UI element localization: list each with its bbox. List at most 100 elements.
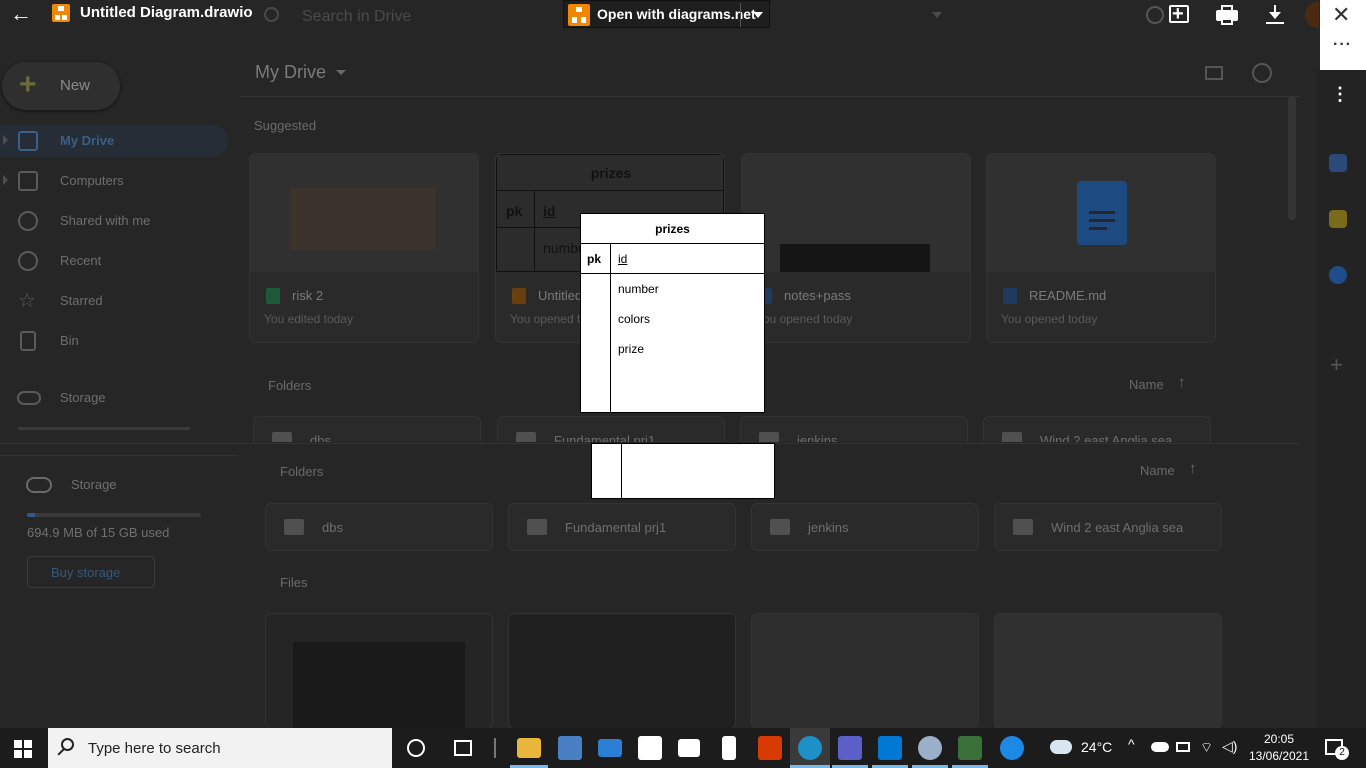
store-icon[interactable] bbox=[558, 736, 582, 760]
folder-icon bbox=[770, 519, 790, 535]
folder-item[interactable]: Wind 2 east Anglia sea bbox=[983, 416, 1211, 442]
list-view-icon[interactable] bbox=[1205, 66, 1223, 80]
arrow-up-icon[interactable]: ↑ bbox=[1178, 374, 1186, 391]
download-icon[interactable] bbox=[1262, 2, 1288, 28]
erd-table-title: prizes bbox=[581, 214, 764, 244]
file-thumbnail bbox=[987, 154, 1215, 272]
divider bbox=[534, 191, 535, 272]
suggested-card[interactable]: README.md You opened today bbox=[986, 153, 1216, 343]
folders-label: Folders bbox=[268, 378, 312, 393]
nav-computers[interactable]: Computers bbox=[0, 165, 228, 197]
erd-field: number bbox=[618, 282, 659, 296]
keep-icon[interactable] bbox=[1329, 210, 1347, 228]
folder-item[interactable]: Fundamental prj1 bbox=[508, 503, 736, 551]
cloud-icon bbox=[17, 391, 41, 405]
folder-item[interactable]: dbs bbox=[265, 503, 493, 551]
battery-icon[interactable] bbox=[1176, 742, 1190, 752]
help-icon[interactable] bbox=[1146, 6, 1164, 24]
teams-icon[interactable] bbox=[838, 736, 862, 760]
add-to-drive-icon[interactable]: + bbox=[1166, 2, 1192, 28]
nav-starred[interactable]: ☆ Starred bbox=[0, 285, 228, 317]
nav-label: Shared with me bbox=[60, 213, 151, 228]
volume-icon[interactable]: ◁) bbox=[1222, 738, 1237, 755]
avatar[interactable] bbox=[1305, 2, 1319, 28]
dropdown-arrow-icon[interactable] bbox=[753, 12, 763, 18]
nav-storage[interactable]: Storage bbox=[0, 382, 228, 414]
info-icon[interactable] bbox=[1252, 63, 1272, 83]
page-title[interactable]: My Drive bbox=[255, 62, 326, 83]
app-s-icon[interactable] bbox=[722, 736, 736, 760]
windows-taskbar: Type here to search 24°C ^ ⌔ ◁) 20:05 13… bbox=[0, 728, 1366, 768]
folder-icon bbox=[1013, 519, 1033, 535]
folder-item[interactable]: jenkins bbox=[740, 416, 968, 442]
folder-item[interactable]: Fundamental prj1 bbox=[497, 416, 725, 442]
suggested-card[interactable]: risk 2 You edited today bbox=[249, 153, 479, 343]
calendar-icon[interactable] bbox=[1329, 154, 1347, 172]
mail-icon[interactable] bbox=[598, 739, 622, 757]
add-addon-icon[interactable]: + bbox=[1330, 352, 1343, 378]
erd-column-divider bbox=[610, 244, 611, 412]
dropbox-icon[interactable] bbox=[678, 739, 700, 757]
spreadsheet-preview bbox=[290, 188, 435, 250]
temperature-label[interactable]: 24°C bbox=[1081, 739, 1112, 755]
taskbar-search-box[interactable]: Type here to search bbox=[48, 728, 392, 768]
task-view-icon[interactable] bbox=[454, 740, 472, 756]
open-with-button[interactable]: Open with diagrams.net bbox=[563, 0, 770, 28]
windows-start-icon[interactable] bbox=[14, 740, 32, 758]
file-card[interactable] bbox=[751, 613, 979, 729]
folder-label: jenkins bbox=[797, 433, 838, 442]
more-vertical-icon[interactable]: ⋮ bbox=[1331, 85, 1349, 103]
storage-bar-small bbox=[18, 427, 190, 430]
new-button[interactable]: + New bbox=[2, 62, 120, 110]
my-drive-icon bbox=[18, 131, 38, 151]
nav-my-drive[interactable]: My Drive bbox=[0, 125, 228, 157]
wifi-icon[interactable]: ⌔ bbox=[1200, 739, 1213, 757]
chevron-up-icon[interactable]: ^ bbox=[1128, 736, 1135, 752]
erd-table-fragment[interactable] bbox=[591, 443, 775, 499]
file-card[interactable] bbox=[508, 613, 736, 729]
cortana-icon[interactable] bbox=[407, 739, 425, 757]
divider bbox=[0, 455, 238, 456]
expand-caret-icon[interactable] bbox=[3, 135, 8, 145]
expand-caret-icon[interactable] bbox=[3, 175, 8, 185]
erd-pk-label: pk bbox=[587, 252, 602, 266]
help-app-icon[interactable] bbox=[1000, 736, 1024, 760]
nav-bin[interactable]: Bin bbox=[0, 325, 228, 357]
divider bbox=[494, 738, 496, 758]
erd-table[interactable]: prizes pk id number colors prize bbox=[580, 213, 765, 413]
suggested-card[interactable]: notes+pass You opened today bbox=[741, 153, 971, 343]
vscode-icon[interactable] bbox=[878, 736, 902, 760]
onedrive-icon[interactable] bbox=[1151, 742, 1169, 752]
card-subtitle: You opened today bbox=[1001, 312, 1098, 326]
file-card[interactable] bbox=[994, 613, 1222, 729]
tasks-icon[interactable] bbox=[1329, 266, 1347, 284]
paint-icon[interactable] bbox=[918, 736, 942, 760]
file-explorer-icon[interactable] bbox=[517, 738, 541, 758]
nav-recent[interactable]: Recent bbox=[0, 245, 228, 277]
buy-storage-button[interactable]: Buy storage bbox=[27, 556, 155, 588]
clock-icon bbox=[18, 251, 38, 271]
amazon-icon[interactable] bbox=[638, 736, 662, 760]
clock[interactable]: 20:05 13/06/2021 bbox=[1248, 731, 1310, 765]
arrow-up-icon[interactable]: ↑ bbox=[1189, 460, 1197, 477]
weather-cloud-icon[interactable] bbox=[1050, 740, 1072, 754]
nav-shared-with-me[interactable]: Shared with me bbox=[0, 205, 228, 237]
more-options-icon[interactable]: ··· bbox=[1333, 36, 1352, 54]
folder-item[interactable]: Wind 2 east Anglia sea bbox=[994, 503, 1222, 551]
edge-icon[interactable] bbox=[798, 736, 822, 760]
close-icon[interactable]: ✕ bbox=[1332, 2, 1350, 28]
scrollbar-thumb[interactable] bbox=[1288, 96, 1296, 220]
viewer-toolbar: ← Untitled Diagram.drawio Open with diag… bbox=[0, 0, 1320, 30]
back-arrow-icon[interactable]: ← bbox=[8, 2, 34, 28]
office-icon[interactable] bbox=[758, 736, 782, 760]
folder-item[interactable]: dbs bbox=[253, 416, 481, 442]
file-card[interactable] bbox=[265, 613, 493, 729]
name-sort-label[interactable]: Name bbox=[1129, 377, 1164, 392]
name-sort-label[interactable]: Name bbox=[1140, 463, 1175, 478]
folder-label: Wind 2 east Anglia sea bbox=[1040, 433, 1173, 442]
folder-item[interactable]: jenkins bbox=[751, 503, 979, 551]
chevron-down-icon[interactable] bbox=[336, 70, 346, 75]
folder-label: Fundamental prj1 bbox=[554, 433, 656, 442]
gitkraken-icon[interactable] bbox=[958, 736, 982, 760]
print-icon[interactable] bbox=[1214, 2, 1240, 28]
